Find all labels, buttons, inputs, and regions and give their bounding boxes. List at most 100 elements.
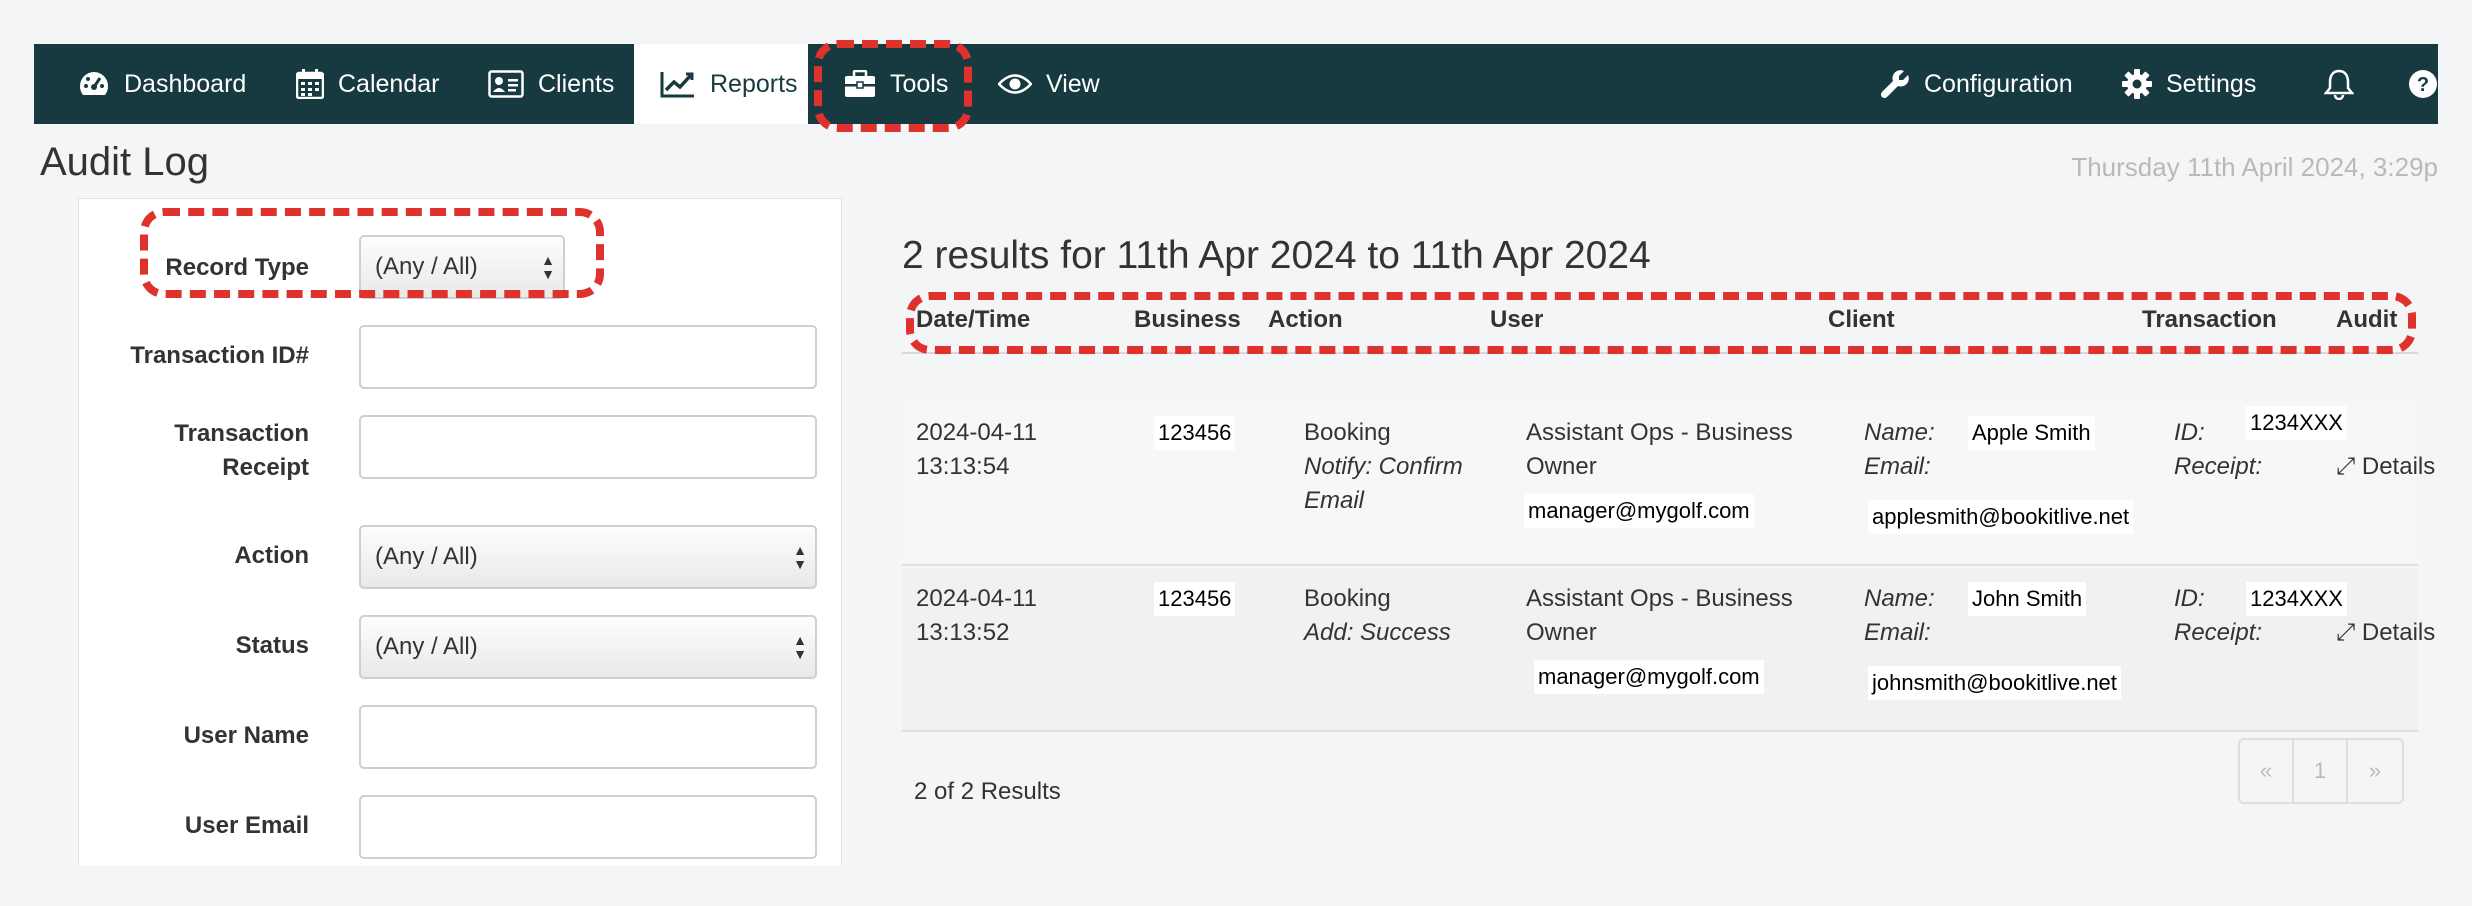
row-date: 2024-04-11 (916, 585, 1037, 612)
nav-label: Configuration (1924, 69, 2073, 98)
top-nav-bar: Dashboard Calendar Clients Reports Tools… (34, 44, 2438, 124)
help-button[interactable]: ? (2408, 44, 2452, 124)
nav-settings[interactable]: Settings (2122, 44, 2256, 124)
transaction-receipt-label-line2: Receipt (222, 454, 309, 481)
transaction-receipt-label: Transaction Receipt (69, 417, 309, 485)
svg-text:?: ? (2417, 74, 2429, 96)
dashboard-gauge-icon (79, 72, 109, 95)
transaction-id-label: ID: (2174, 585, 2205, 612)
row-client-email: johnsmith@bookitlive.net (1868, 666, 2121, 700)
row-time: 13:13:52 (916, 619, 1010, 646)
row-client-name: Apple Smith (1968, 416, 2095, 450)
row-user-email: manager@mygolf.com (1534, 660, 1764, 694)
nav-label: Reports (710, 69, 798, 98)
expand-icon: ⤢ (2336, 453, 2356, 480)
nav-label: View (1046, 69, 1100, 98)
nav-dashboard[interactable]: Dashboard (78, 44, 246, 124)
help-icon: ? (2409, 70, 2437, 98)
table-row: 2024-04-11 13:13:54 123456 Booking Notif… (902, 402, 2435, 566)
column-header-user[interactable]: User (1490, 294, 1543, 346)
nav-label: Tools (890, 69, 949, 98)
current-date: Thursday 11th April 2024, 3:29p (2071, 152, 2438, 182)
action-label: Action (234, 542, 309, 569)
details-label: Details (2361, 453, 2436, 480)
pagination-prev[interactable]: « (2240, 740, 2294, 802)
nav-label: Calendar (338, 69, 440, 98)
record-type-label: Record Type (165, 254, 309, 281)
record-type-select[interactable]: (Any / All) ▲ ▼ (359, 235, 565, 299)
expand-icon: ⤢ (2336, 619, 2356, 646)
nav-view[interactable]: View (998, 44, 1100, 124)
row-transaction-id: 1234XXX (2246, 406, 2347, 440)
client-email-label: Email: (1864, 619, 1931, 646)
pagination-page[interactable]: 1 (2294, 740, 2348, 802)
bell-icon (2324, 69, 2354, 100)
nav-clients[interactable]: Clients (488, 44, 614, 124)
nav-label: Clients (538, 69, 615, 98)
wrench-icon (1880, 70, 1909, 99)
pagination-next[interactable]: » (2348, 740, 2402, 802)
user-email-input[interactable] (359, 795, 817, 859)
status-label: Status (235, 632, 309, 659)
select-arrows-icon: ▲ ▼ (793, 542, 807, 572)
nav-tools[interactable]: Tools (844, 44, 948, 124)
action-select[interactable]: (Any / All) ▲ ▼ (359, 525, 817, 589)
user-name-label: User Name (183, 722, 309, 749)
nav-calendar[interactable]: Calendar (296, 44, 439, 124)
row-user: Assistant Ops - Business (1526, 585, 1793, 612)
row-action-detail: Email (1304, 487, 1365, 514)
select-arrows-icon: ▲ ▼ (793, 632, 807, 662)
nav-label: Dashboard (124, 69, 247, 98)
user-name-input[interactable] (359, 705, 817, 769)
column-header-datetime[interactable]: Date/Time (916, 294, 1030, 346)
status-select[interactable]: (Any / All) ▲ ▼ (359, 615, 817, 679)
row-user: Owner (1526, 619, 1597, 646)
details-label: Details (2361, 619, 2436, 646)
audit-details-link[interactable]: ⤢ Details (2336, 616, 2435, 650)
column-header-action[interactable]: Action (1268, 294, 1343, 346)
eye-icon (998, 74, 1032, 94)
results-count: 2 of 2 Results (914, 778, 1061, 805)
pagination: « 1 » (2238, 738, 2404, 804)
row-action-detail: Notify: Confirm (1304, 453, 1463, 480)
transaction-receipt-label: Receipt: (2174, 619, 2263, 646)
header-divider (902, 352, 2418, 354)
notifications-button[interactable] (2324, 44, 2368, 124)
row-business: 123456 (1154, 582, 1236, 616)
action-value: (Any / All) (375, 543, 478, 570)
results-heading: 2 results for 11th Apr 2024 to 11th Apr … (902, 234, 1651, 277)
client-name-label: Name: (1864, 419, 1935, 446)
gear-icon (2122, 69, 2152, 99)
row-time: 13:13:54 (916, 453, 1010, 480)
user-email-label: User Email (184, 812, 309, 839)
nav-reports[interactable]: Reports (634, 44, 808, 124)
record-type-value: (Any / All) (375, 253, 478, 280)
briefcase-icon (845, 70, 875, 97)
transaction-id-label: ID: (2174, 419, 2205, 446)
table-row: 2024-04-11 13:13:52 123456 Booking Add: … (902, 568, 2435, 732)
column-header-transaction[interactable]: Transaction (2142, 294, 2277, 346)
nav-configuration[interactable]: Configuration (1880, 44, 2073, 124)
audit-details-link[interactable]: ⤢ Details (2336, 450, 2435, 484)
column-header-audit[interactable]: Audit (2336, 294, 2397, 346)
row-transaction-id: 1234XXX (2246, 582, 2347, 616)
row-user: Assistant Ops - Business (1526, 419, 1793, 446)
client-name-label: Name: (1864, 585, 1935, 612)
transaction-receipt-input[interactable] (359, 415, 817, 479)
id-card-icon (488, 70, 524, 98)
select-arrows-icon: ▲ ▼ (541, 252, 555, 282)
transaction-receipt-label: Receipt: (2174, 453, 2263, 480)
column-header-client[interactable]: Client (1828, 294, 1895, 346)
row-user-email: manager@mygolf.com (1524, 494, 1754, 528)
column-header-business[interactable]: Business (1134, 294, 1241, 346)
line-chart-icon (660, 72, 694, 98)
transaction-receipt-label-line1: Transaction (174, 420, 309, 447)
row-business: 123456 (1154, 416, 1236, 450)
row-action: Booking (1304, 419, 1391, 446)
row-user: Owner (1526, 453, 1597, 480)
transaction-id-label: Transaction ID# (130, 342, 309, 369)
row-date: 2024-04-11 (916, 419, 1037, 446)
transaction-id-input[interactable] (359, 325, 817, 389)
row-action-detail: Add: Success (1304, 619, 1451, 646)
client-email-label: Email: (1864, 453, 1931, 480)
